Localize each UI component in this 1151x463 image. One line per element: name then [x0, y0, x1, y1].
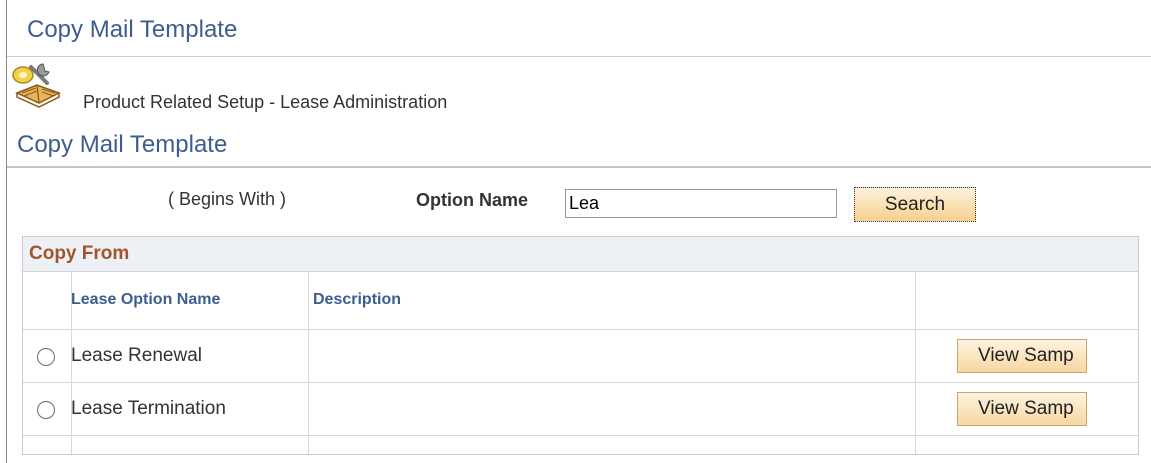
search-button[interactable]: Search: [854, 187, 976, 222]
grid-title: Copy From: [29, 243, 130, 264]
view-sample-button[interactable]: View Samp: [957, 339, 1087, 373]
lease-option-name-cell: Lease Termination: [71, 398, 226, 419]
table-row: Lease Renewal View Samp: [23, 330, 1138, 383]
view-sample-button[interactable]: View Samp: [957, 392, 1087, 426]
column-header-lease-option-name: Lease Option Name: [71, 291, 221, 308]
column-header-row: Lease Option Name Description: [23, 272, 1138, 330]
section-title: Copy Mail Template: [17, 131, 228, 158]
search-qualifier: ( Begins With ): [168, 189, 287, 209]
row-select-radio[interactable]: [37, 401, 55, 419]
column-header-description: Description: [313, 291, 402, 308]
grid-header: Copy From: [23, 237, 1138, 272]
column-divider: [915, 272, 916, 454]
column-divider: [71, 272, 72, 454]
option-name-label: Option Name: [416, 190, 529, 210]
breadcrumb: Product Related Setup - Lease Administra…: [83, 92, 448, 112]
copy-from-grid: Copy From Lease Option Name Description …: [22, 236, 1139, 455]
page-left-border: [6, 0, 7, 463]
title-divider: [7, 56, 1151, 57]
column-divider: [308, 272, 309, 454]
page-title: Copy Mail Template: [27, 16, 238, 43]
table-row: Lease Termination View Samp: [23, 383, 1138, 436]
lease-option-name-cell: Lease Renewal: [71, 345, 202, 366]
option-name-input[interactable]: [565, 189, 837, 218]
row-select-radio[interactable]: [37, 348, 55, 366]
setup-book-wrench-icon: [12, 63, 61, 108]
section-divider: [7, 166, 1151, 168]
